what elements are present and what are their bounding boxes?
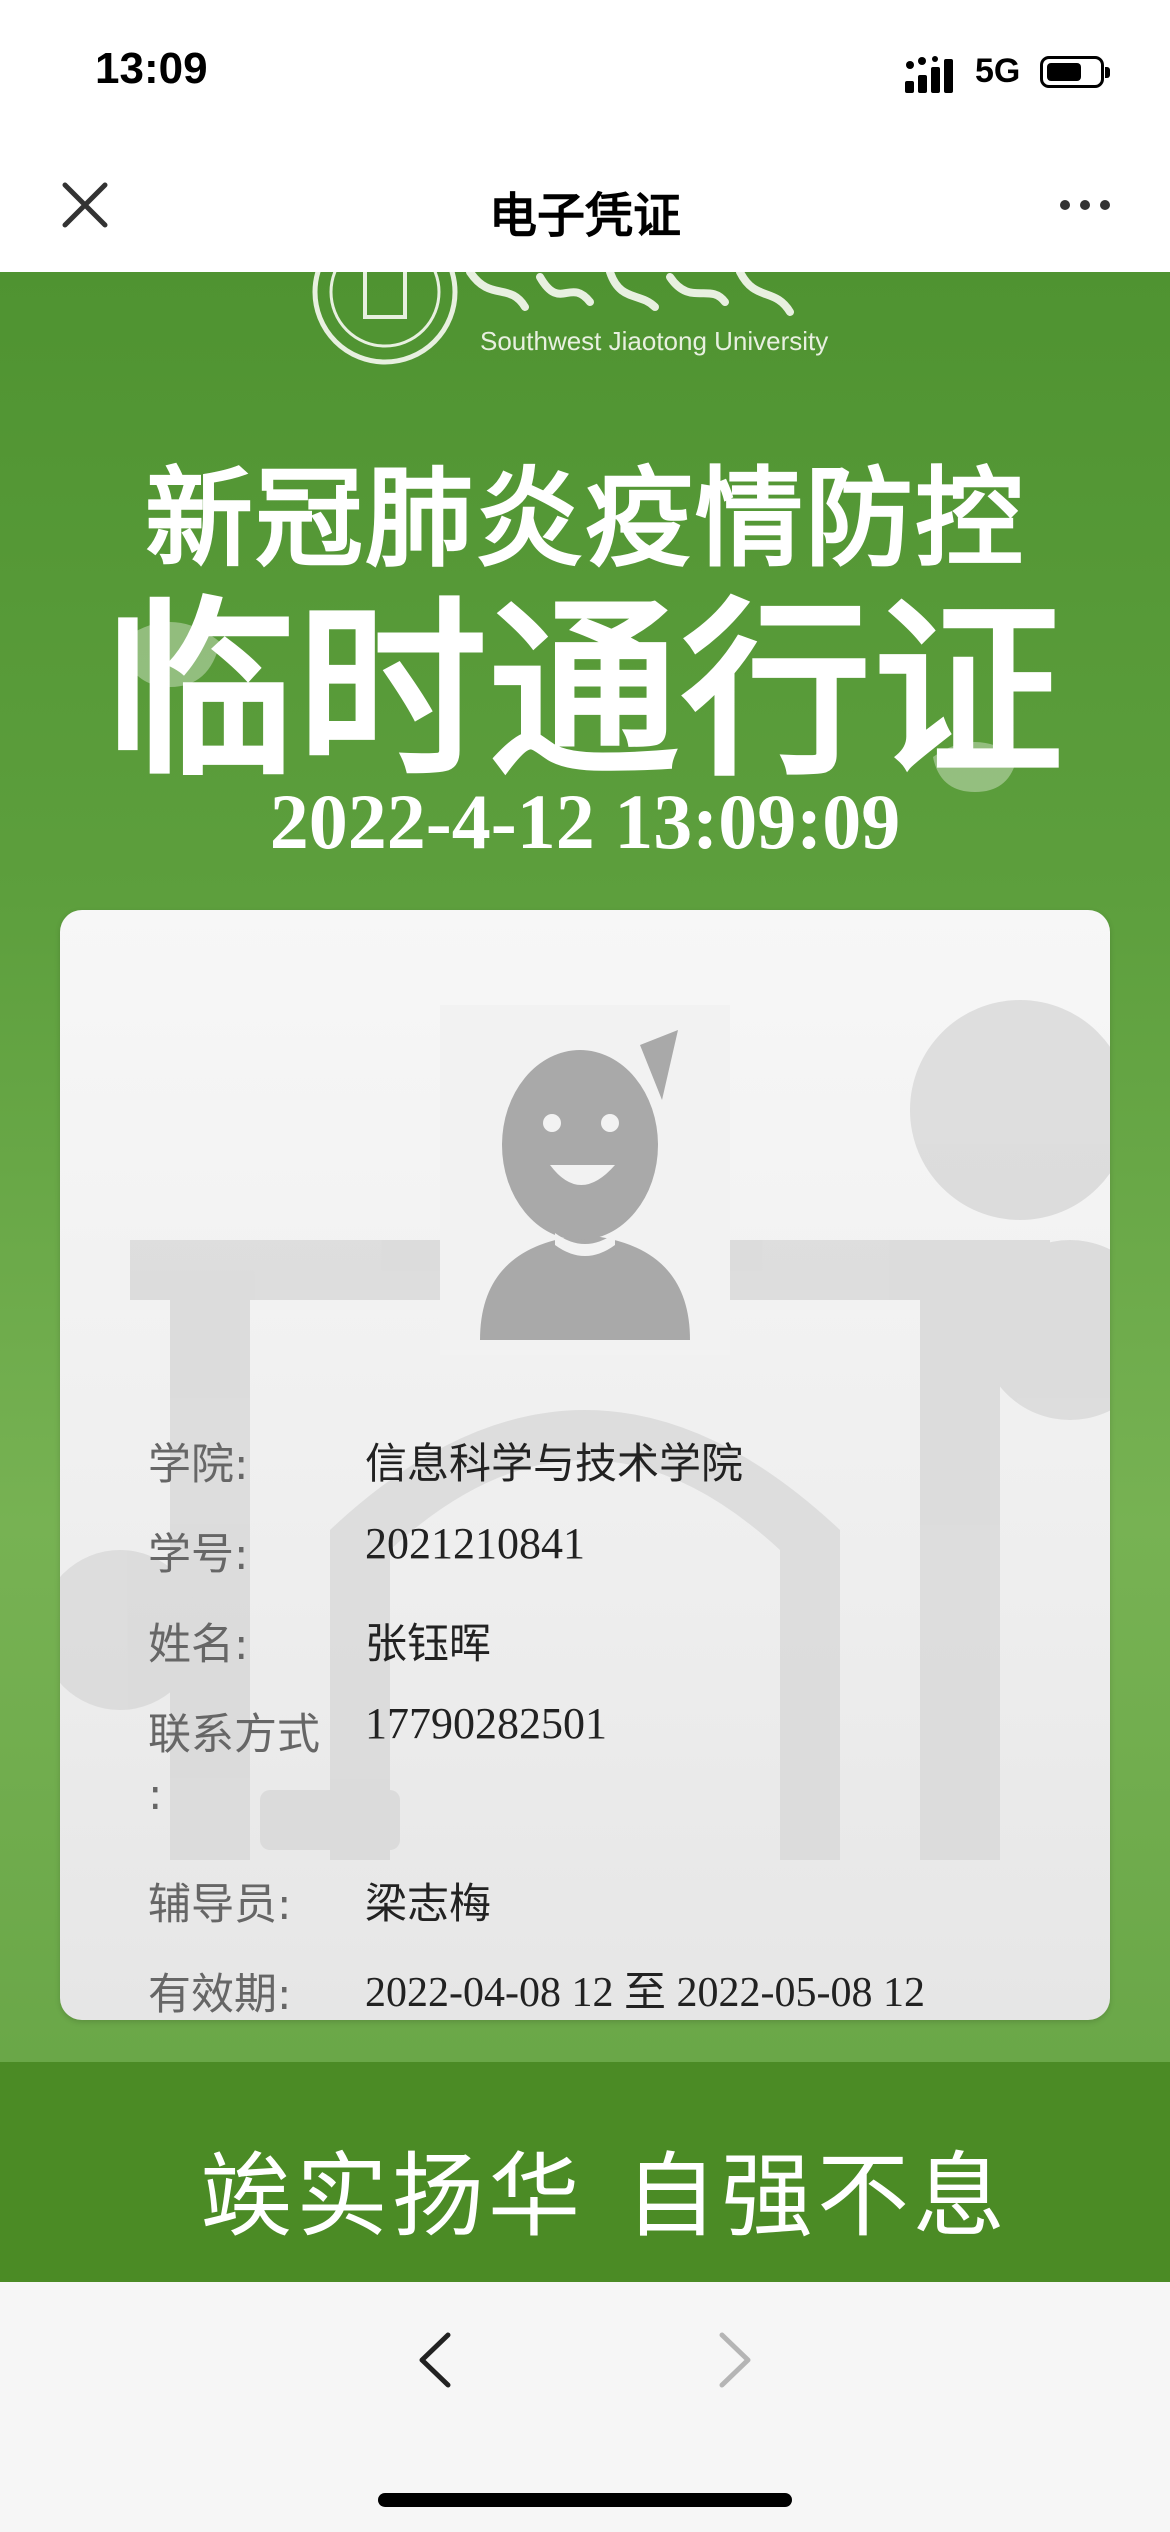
status-bar: 13:09 5G bbox=[0, 0, 1170, 140]
contact-label: 联系方式 bbox=[148, 1710, 320, 1760]
university-name-en: Southwest Jiaotong University bbox=[480, 326, 828, 356]
forward-button[interactable] bbox=[710, 2325, 760, 2395]
validity-label: 有效期: bbox=[148, 1970, 292, 2020]
more-options-button[interactable] bbox=[1055, 180, 1115, 230]
college-value: 信息科学与技术学院 bbox=[365, 1439, 744, 1488]
counselor-label: 辅导员: bbox=[148, 1880, 292, 1930]
counselor-value: 梁志梅 bbox=[365, 1879, 492, 1928]
motto-band: 竢实扬华 自强不息 bbox=[0, 2062, 1170, 2282]
home-indicator[interactable] bbox=[378, 2493, 792, 2507]
pass-timestamp: 2022-4-12 13:09:09 bbox=[269, 778, 901, 865]
university-logo: Southwest Jiaotong University bbox=[312, 272, 828, 365]
name-label: 姓名: bbox=[148, 1620, 249, 1670]
name-value: 张钰晖 bbox=[365, 1619, 492, 1668]
avatar-placeholder bbox=[440, 1005, 730, 1355]
college-label: 学院: bbox=[148, 1440, 249, 1490]
student-id-value: 2021210841 bbox=[365, 1519, 585, 1568]
status-time: 13:09 bbox=[95, 44, 208, 93]
signal-icon bbox=[905, 56, 953, 93]
motto-left: 竢实扬华 bbox=[200, 2143, 585, 2250]
pass-hero: Southwest Jiaotong University 新冠肺炎疫情防控 临… bbox=[0, 272, 1170, 2062]
page-title: 电子凭证 bbox=[488, 188, 681, 244]
network-label: 5G bbox=[975, 52, 1021, 90]
student-id-label: 学号: bbox=[148, 1530, 249, 1580]
back-button[interactable] bbox=[410, 2325, 460, 2395]
pass-card: 学院: 信息科学与技术学院 学号: 2021210841 姓名: 张钰晖 联系方… bbox=[60, 910, 1110, 2020]
contact-label-colon: : bbox=[148, 1770, 163, 1820]
pass-title-line2: 临时通行证 bbox=[104, 581, 1065, 802]
contact-value: 17790282501 bbox=[365, 1699, 607, 1748]
motto-right: 自强不息 bbox=[625, 2143, 1010, 2250]
validity-value: 2022-04-08 12 至 2022-05-08 12 bbox=[365, 1970, 925, 2016]
battery-icon bbox=[1040, 56, 1110, 88]
